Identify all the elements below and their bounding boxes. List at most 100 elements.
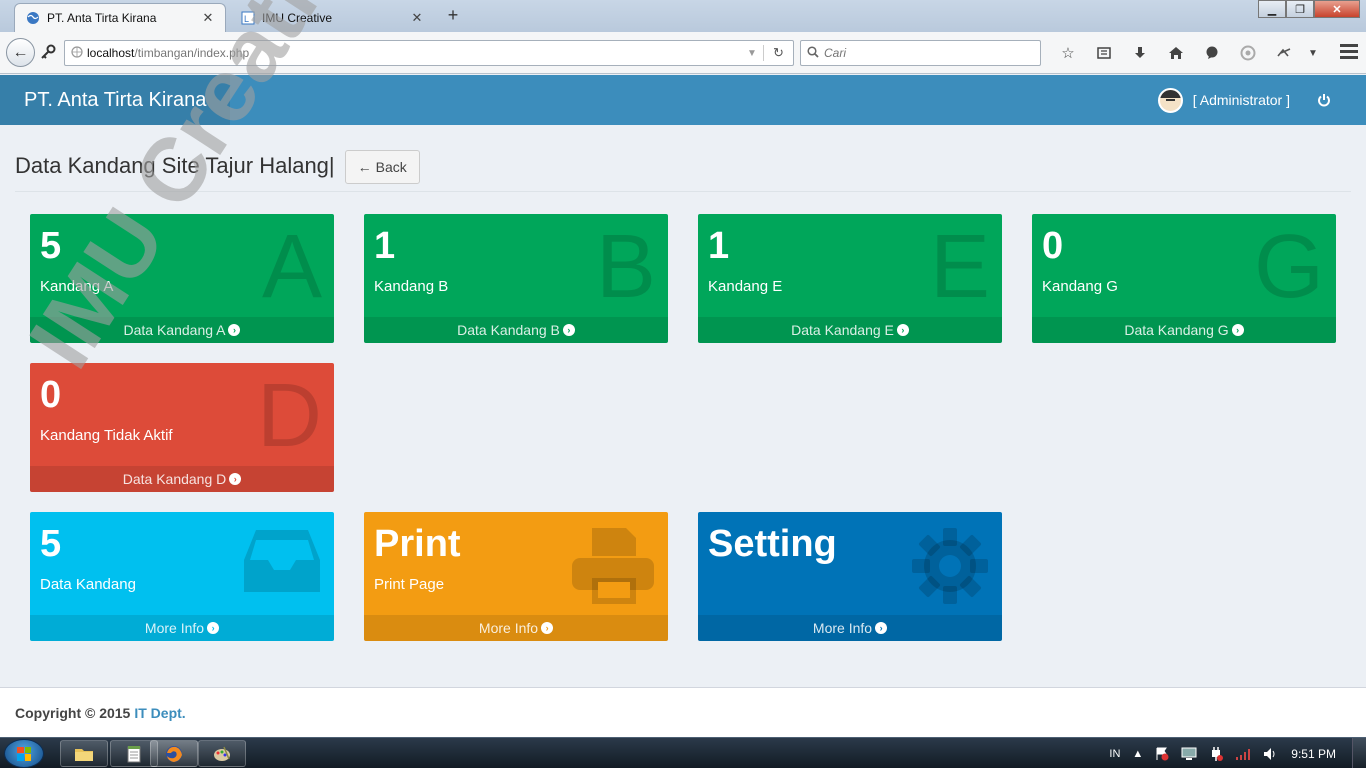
copyright-text: Copyright © 2015 [15, 704, 131, 721]
extension-dropdown-icon[interactable]: ▼ [1302, 40, 1324, 66]
gear-icon [910, 526, 990, 611]
network-icon[interactable] [1235, 748, 1251, 760]
windows-start-icon[interactable] [4, 739, 44, 768]
home-icon[interactable] [1158, 40, 1194, 66]
data-kandang-e-link[interactable]: Data Kandang E › [698, 317, 1002, 343]
arrow-circle-right-icon: › [562, 324, 575, 336]
letter-d-icon: D [257, 366, 322, 466]
arrow-left-icon: ← [12, 43, 29, 61]
box-value: Print [374, 523, 461, 565]
box-value: 0 [1042, 225, 1064, 267]
maximize-button[interactable]: ❐ [1286, 0, 1314, 18]
address-bar[interactable]: localhost /timbangan/index.php ▼ ↻ [64, 40, 794, 66]
bookmark-star-icon[interactable]: ☆ [1050, 40, 1086, 66]
arrow-circle-right-icon: › [541, 622, 554, 634]
data-kandang-g-link[interactable]: Data Kandang G › [1032, 317, 1336, 343]
url-host: localhost [87, 46, 135, 60]
box-title: Kandang G [1042, 278, 1118, 295]
more-info-link[interactable]: More Info › [30, 615, 334, 641]
key-icon[interactable] [40, 44, 56, 63]
data-kandang-box: 5 Data Kandang More Info › [30, 512, 334, 641]
volume-icon[interactable] [1263, 747, 1279, 761]
action-center-icon[interactable] [1155, 747, 1169, 761]
hamburger-menu-icon[interactable] [1340, 44, 1358, 62]
page-title: Data Kandang Site Tajur Halang| [15, 153, 335, 178]
more-info-link[interactable]: More Info › [364, 615, 668, 641]
kandang-e-box: E 1 Kandang E Data Kandang E › [698, 214, 1002, 343]
paint-task-icon[interactable] [198, 740, 246, 767]
new-tab-button[interactable]: + [443, 5, 463, 26]
browser-back-button[interactable]: ← [6, 38, 35, 67]
tab-label: IMU Creative [262, 10, 333, 25]
box-value: 0 [40, 374, 62, 416]
kandang-tidak-aktif-box: D 0 Kandang Tidak Aktif Data Kandang D › [30, 363, 334, 492]
history-dropdown-icon[interactable]: ▼ [741, 48, 763, 59]
url-path: /timbangan/index.php [134, 46, 250, 60]
chat-icon[interactable] [1194, 40, 1230, 66]
box-title: Kandang B [374, 278, 449, 295]
show-desktop-button[interactable] [1352, 738, 1366, 768]
box-value: 5 [40, 523, 62, 565]
kandang-g-box: G 0 Kandang G Data Kandang G › [1032, 214, 1336, 343]
it-dept-link[interactable]: IT Dept. [134, 705, 185, 721]
arrow-circle-right-icon: › [1231, 324, 1244, 336]
tab-pt-anta-tirta-kirana[interactable]: PT. Anta Tirta Kirana ✕ [14, 3, 226, 32]
site-identity-icon[interactable] [67, 45, 87, 61]
close-tab-icon[interactable]: ✕ [410, 10, 424, 26]
pocket-icon[interactable] [1230, 40, 1266, 66]
reload-icon[interactable]: ↻ [763, 45, 793, 61]
more-info-link[interactable]: More Info › [698, 615, 1002, 641]
tab-imu-creative[interactable]: L IMU Creative ✕ [230, 3, 434, 32]
data-kandang-d-link[interactable]: Data Kandang D › [30, 466, 334, 492]
explorer-task-icon[interactable] [60, 740, 108, 767]
arrow-circle-right-icon: › [229, 473, 242, 485]
setting-box: Setting More Info › [698, 512, 1002, 641]
close-window-button[interactable]: ✕ [1314, 0, 1360, 18]
minimize-button[interactable]: ▁ [1258, 0, 1286, 18]
download-icon[interactable] [1122, 40, 1158, 66]
page-icon: L [240, 10, 256, 26]
tab-label: PT. Anta Tirta Kirana [47, 11, 157, 25]
power-plug-icon[interactable] [1209, 746, 1224, 761]
arrow-left-icon: ← [357, 159, 372, 175]
firefox-task-icon[interactable] [150, 740, 198, 767]
box-title: Kandang E [708, 278, 783, 295]
search-input[interactable] [824, 46, 1024, 60]
kandang-a-box: A 5 Kandang A Data Kandang A › [30, 214, 334, 343]
letter-b-icon: B [595, 217, 656, 317]
monitor-icon[interactable] [1181, 747, 1197, 761]
box-title: Print Page [374, 576, 445, 593]
box-title: Kandang A [40, 278, 114, 295]
box-value: Setting [708, 523, 837, 565]
show-hidden-icons[interactable]: ▲ [1132, 748, 1143, 760]
brand-logo[interactable]: PT. Anta Tirta Kirana [0, 75, 230, 125]
power-icon[interactable] [1314, 90, 1334, 110]
box-value: 5 [40, 225, 62, 267]
browser-tab-strip: PT. Anta Tirta Kirana ✕ L IMU Creative ✕… [0, 0, 1366, 32]
reading-list-icon[interactable] [1086, 40, 1122, 66]
content-header: Data Kandang Site Tajur Halang| ← Back [15, 150, 1351, 192]
arrow-circle-right-icon: › [228, 324, 241, 336]
svg-text:L: L [244, 14, 249, 24]
search-icon [807, 45, 819, 61]
data-kandang-a-link[interactable]: Data Kandang A › [30, 317, 334, 343]
language-indicator[interactable]: IN [1109, 748, 1120, 760]
system-tray: IN ▲ 9:51 PM [1109, 738, 1366, 768]
data-kandang-b-link[interactable]: Data Kandang B › [364, 317, 668, 343]
letter-e-icon: E [929, 217, 990, 317]
windows-taskbar: IN ▲ 9:51 PM [0, 737, 1366, 768]
print-box: Print Print Page More Info › [364, 512, 668, 641]
user-menu[interactable]: [ Administrator ] [1157, 75, 1290, 125]
inbox-icon [242, 526, 322, 601]
clock[interactable]: 9:51 PM [1291, 747, 1336, 761]
search-box[interactable] [800, 40, 1041, 66]
browser-tool-icons: ☆ ▼ [1050, 40, 1324, 66]
arrow-circle-right-icon: › [207, 622, 220, 634]
box-title: Kandang Tidak Aktif [40, 427, 173, 444]
kandang-b-box: B 1 Kandang B Data Kandang B › [364, 214, 668, 343]
close-tab-icon[interactable]: ✕ [201, 10, 215, 26]
extension-icon[interactable] [1266, 40, 1302, 66]
browser-toolbar: ← localhost /timbangan/index.php ▼ ↻ ☆ [0, 32, 1366, 74]
back-button[interactable]: ← Back [344, 150, 420, 184]
arrow-circle-right-icon: › [896, 324, 909, 336]
